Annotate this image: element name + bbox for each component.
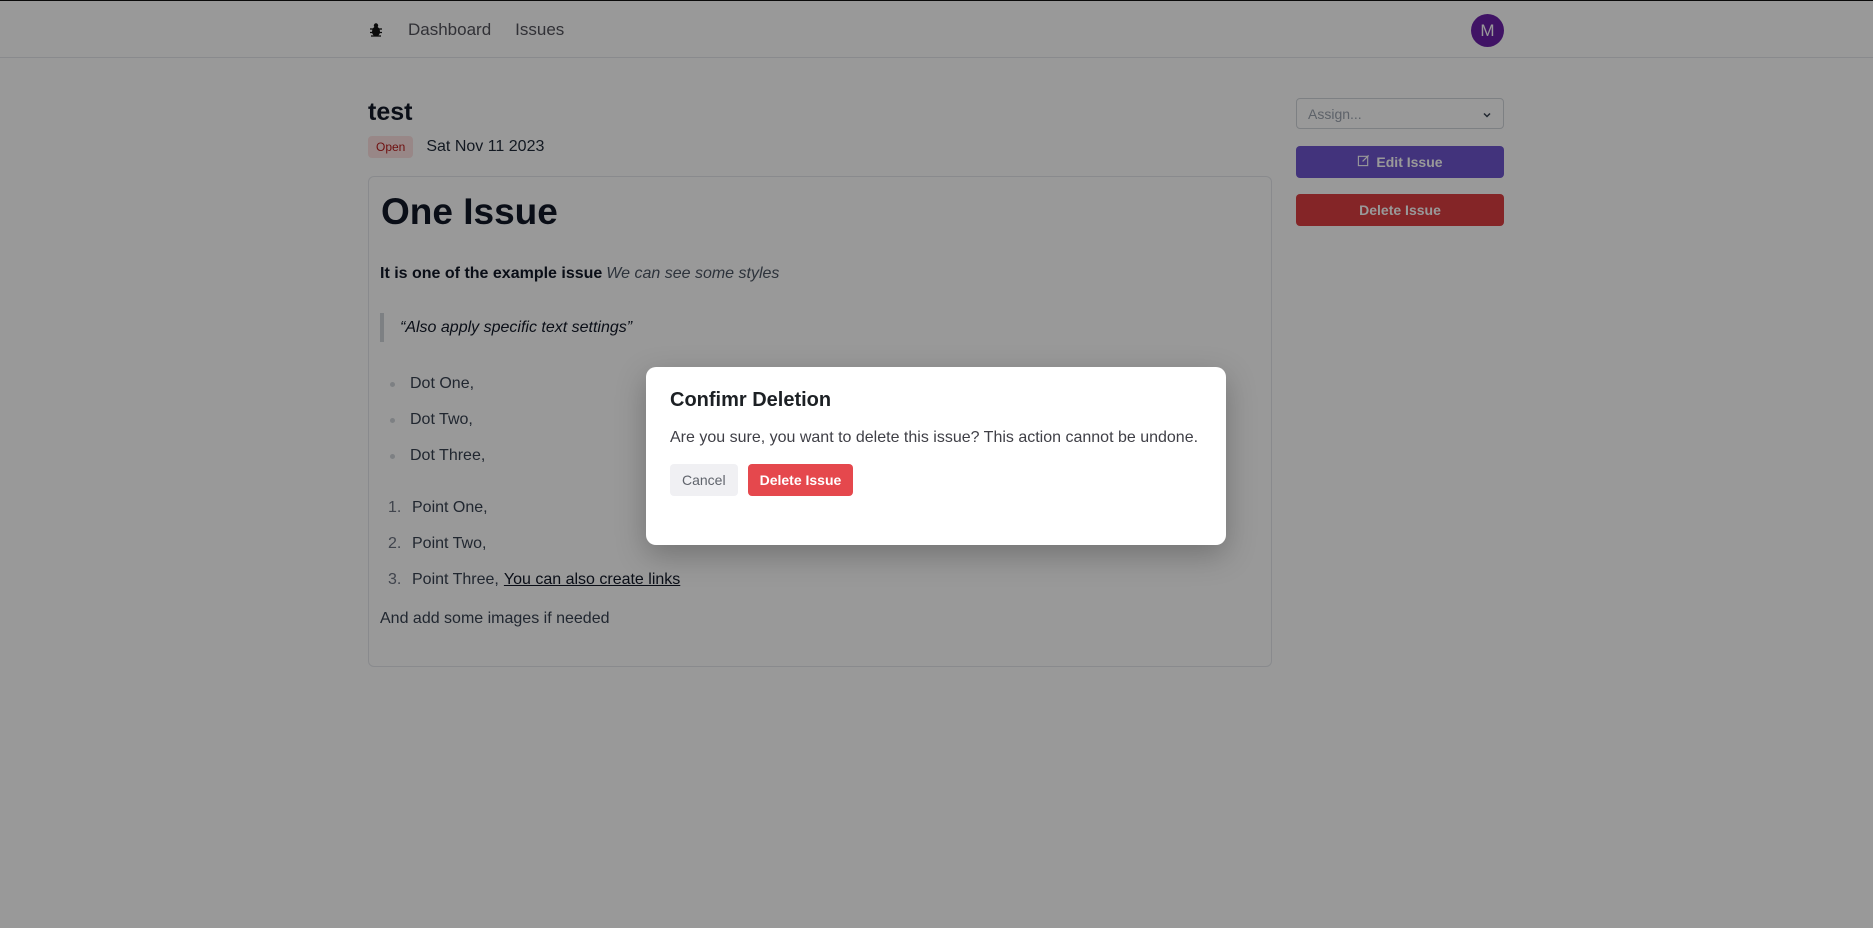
confirm-delete-dialog: Confimr Deletion Are you sure, you want … xyxy=(646,367,1226,545)
dialog-title: Confimr Deletion xyxy=(670,389,832,411)
cancel-button[interactable]: Cancel xyxy=(670,464,738,496)
dialog-actions: Cancel Delete Issue xyxy=(670,464,1202,496)
confirm-delete-button[interactable]: Delete Issue xyxy=(747,464,854,496)
dialog-description: Are you sure, you want to delete this is… xyxy=(670,429,1199,446)
